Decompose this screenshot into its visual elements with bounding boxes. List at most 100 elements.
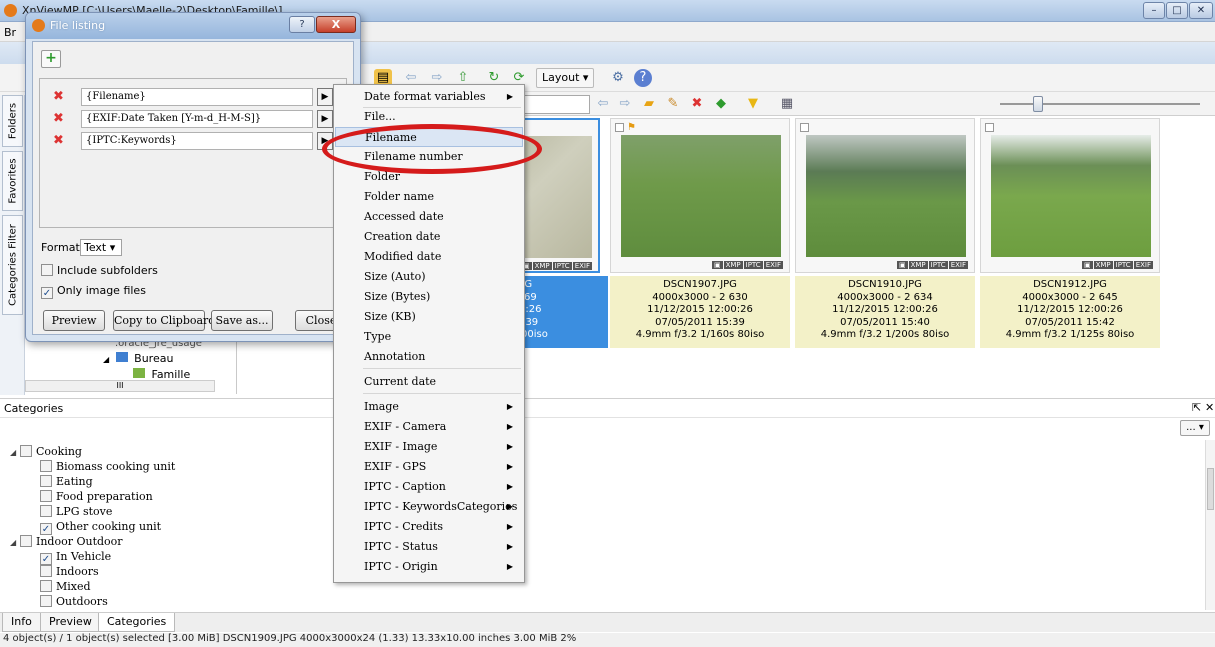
view-mode-icon[interactable]: ▦ — [778, 95, 796, 113]
category-checkbox[interactable] — [40, 475, 52, 487]
rename-icon[interactable]: ✎ — [664, 95, 682, 113]
thumbnail-card[interactable]: ▣ XMP IPTC EXIF — [795, 118, 975, 273]
menu-item-size-kb[interactable]: Size (KB) — [335, 307, 523, 327]
menu-item-creation-date[interactable]: Creation date — [335, 227, 523, 247]
thumb-checkbox[interactable] — [985, 123, 994, 132]
scroll-thumb[interactable] — [1207, 468, 1214, 510]
only-image-files-checkbox[interactable]: ✓ — [41, 287, 53, 299]
next-icon[interactable]: ⇨ — [616, 95, 634, 113]
maximize-button[interactable]: □ — [1166, 2, 1188, 19]
field-input[interactable]: {EXIF:Date Taken [Y-m-d_H-M-S]} — [81, 110, 313, 128]
menu-item-iptc-credits[interactable]: IPTC - Credits ▶ — [335, 517, 523, 537]
dialog-titlebar[interactable]: File listing ? X — [26, 13, 360, 39]
menu-item-iptc-origin[interactable]: IPTC - Origin ▶ — [335, 557, 523, 577]
category-row[interactable]: Food preparation — [40, 489, 153, 504]
insert-variable-button[interactable]: ▶ — [317, 110, 333, 128]
remove-field-icon[interactable]: ✖ — [53, 133, 64, 148]
layout-button[interactable]: Layout ▾ — [536, 68, 595, 88]
category-row[interactable]: Outdoors — [40, 594, 108, 609]
category-checkbox[interactable] — [40, 460, 52, 472]
category-row[interactable]: Mixed — [40, 579, 91, 594]
thumb-checkbox[interactable] — [615, 123, 624, 132]
expand-arrow-icon[interactable]: ◢ — [10, 535, 20, 550]
thumbnail-card[interactable]: ⚑ ▣ XMP IPTC EXIF — [610, 118, 790, 273]
categories-scrollbar[interactable] — [1205, 440, 1215, 610]
field-input[interactable]: {Filename} — [81, 88, 313, 106]
field-input[interactable]: {IPTC:Keywords} — [81, 132, 313, 150]
tree-item-bureau[interactable]: ◢ Bureau — [103, 352, 173, 365]
menu-item-annotation[interactable]: Annotation — [335, 347, 523, 367]
tab-categories[interactable]: Categories — [98, 613, 176, 632]
menu-item-size-auto[interactable]: Size (Auto) — [335, 267, 523, 287]
add-field-button[interactable]: + — [41, 50, 61, 68]
menu-item-iptc-status[interactable]: IPTC - Status ▶ — [335, 537, 523, 557]
menu-item-exif-gps[interactable]: EXIF - GPS ▶ — [335, 457, 523, 477]
category-checkbox[interactable] — [40, 490, 52, 502]
tab-favorites[interactable]: Favorites — [2, 151, 23, 211]
category-checkbox[interactable] — [40, 595, 52, 607]
new-folder-icon[interactable]: ▰ — [640, 95, 658, 113]
include-subfolders-option[interactable]: Include subfolders — [41, 264, 158, 277]
settings-icon[interactable]: ⚙ — [609, 69, 627, 87]
expand-arrow-icon[interactable]: ◢ — [10, 445, 20, 460]
category-checkbox[interactable] — [20, 445, 32, 457]
menu-browse[interactable]: Br — [4, 26, 16, 39]
category-checkbox[interactable] — [40, 565, 52, 577]
menu-item-current-date[interactable]: Current date — [335, 372, 523, 392]
filter-icon[interactable]: ▼ — [744, 95, 762, 113]
thumbnail-info[interactable]: DSCN1910.JPG 4000x3000 - 2 634 11/12/201… — [795, 276, 975, 348]
category-row[interactable]: ◢ Indoor Outdoor — [10, 534, 123, 549]
category-row[interactable]: Indoors — [40, 564, 99, 579]
include-subfolders-checkbox[interactable] — [41, 264, 53, 276]
save-as-button[interactable]: Save as... — [211, 310, 273, 331]
menu-item-image[interactable]: Image ▶ — [335, 397, 523, 417]
help-button[interactable]: ? — [289, 16, 315, 33]
delete-icon[interactable]: ✖ — [688, 95, 706, 113]
menu-item-type[interactable]: Type — [335, 327, 523, 347]
thumbnail-card[interactable]: ▣ XMP IPTC EXIF — [980, 118, 1160, 273]
help-icon[interactable]: ? — [634, 69, 652, 87]
close-window-button[interactable]: ✕ — [1189, 2, 1213, 19]
tab-folders[interactable]: Folders — [2, 95, 23, 147]
category-row[interactable]: Biomass cooking unit — [40, 459, 175, 474]
tab-preview[interactable]: Preview — [40, 613, 101, 632]
pin-icon[interactable]: ⇱ — [1192, 401, 1201, 414]
thumbnail-info[interactable]: DSCN1907.JPG 4000x3000 - 2 630 11/12/201… — [610, 276, 790, 348]
category-checkbox[interactable] — [40, 505, 52, 517]
menu-item-iptc-caption[interactable]: IPTC - Caption ▶ — [335, 477, 523, 497]
menu-item-modified-date[interactable]: Modified date — [335, 247, 523, 267]
close-icon[interactable]: ✕ — [1205, 401, 1214, 414]
thumbnail-info[interactable]: DSCN1912.JPG 4000x3000 - 2 645 11/12/201… — [980, 276, 1160, 348]
copy-to-clipboard-button[interactable]: Copy to Clipboard — [113, 310, 215, 331]
category-row[interactable]: ◢ Cooking — [10, 444, 82, 459]
remove-field-icon[interactable]: ✖ — [53, 89, 64, 104]
tab-categories-filter[interactable]: Categories Filter — [2, 215, 23, 315]
category-checkbox[interactable] — [40, 580, 52, 592]
only-image-files-option[interactable]: ✓ Only image files — [41, 284, 146, 299]
menu-item-accessed-date[interactable]: Accessed date — [335, 207, 523, 227]
thumb-size-slider[interactable] — [1033, 96, 1043, 112]
category-row[interactable]: Eating — [40, 474, 93, 489]
category-row[interactable]: ✓ In Vehicle — [40, 549, 111, 565]
menu-item-exif-camera[interactable]: EXIF - Camera ▶ — [335, 417, 523, 437]
categories-options-button[interactable]: ... ▾ — [1180, 420, 1210, 436]
category-checkbox[interactable] — [20, 535, 32, 547]
minimize-button[interactable]: – — [1143, 2, 1165, 19]
prev-icon[interactable]: ⇦ — [594, 95, 612, 113]
insert-variable-button[interactable]: ▶ — [317, 88, 333, 106]
preview-button[interactable]: Preview — [43, 310, 105, 331]
menu-item-size-bytes[interactable]: Size (Bytes) — [335, 287, 523, 307]
tag-icon[interactable]: ◆ — [712, 95, 730, 113]
remove-field-icon[interactable]: ✖ — [53, 111, 64, 126]
menu-item-date-format-variables[interactable]: Date format variables ▶ — [335, 87, 523, 107]
menu-item-iptc-keywordscategories[interactable]: IPTC - KeywordsCategories ▶ — [335, 497, 523, 517]
category-row[interactable]: ✓ Other cooking unit — [40, 519, 161, 535]
format-select[interactable]: Text ▾ — [80, 239, 122, 256]
category-row[interactable]: LPG stove — [40, 504, 112, 519]
tab-info[interactable]: Info — [2, 613, 41, 632]
menu-item-exif-image[interactable]: EXIF - Image ▶ — [335, 437, 523, 457]
tree-h-scrollbar[interactable]: III — [25, 380, 215, 392]
thumb-checkbox[interactable] — [800, 123, 809, 132]
menu-item-folder-name[interactable]: Folder name — [335, 187, 523, 207]
dialog-close-button[interactable]: X — [316, 16, 356, 33]
